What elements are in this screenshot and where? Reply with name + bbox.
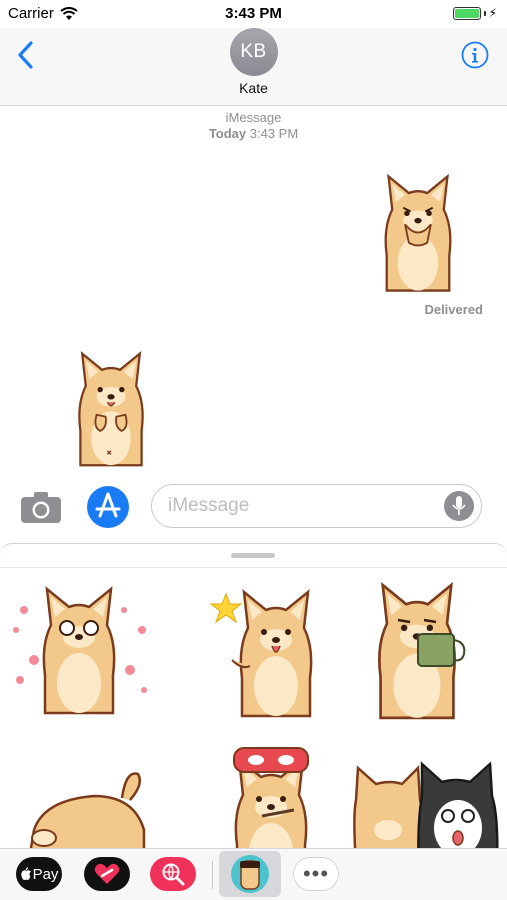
images-search-app[interactable] [150, 857, 196, 891]
message-input[interactable] [151, 484, 482, 528]
app-store-icon[interactable] [86, 485, 130, 529]
sticker-shiba-lying-down[interactable] [4, 740, 154, 848]
sticker-shiba-star-tongue[interactable] [196, 570, 346, 720]
service-label: iMessage [225, 110, 282, 125]
apple-pay-app[interactable]: Pay [16, 857, 62, 891]
sticker-pack-icon [231, 855, 269, 893]
charging-bolt-icon: ⚡ [488, 6, 497, 20]
date-label: Today [208, 126, 247, 141]
battery-icon: ⚡ [452, 6, 497, 20]
compose-bar [0, 478, 507, 540]
apple-pay-label: Pay [32, 865, 59, 883]
received-sticker-shiba-paws[interactable] [66, 340, 156, 468]
camera-icon[interactable] [20, 490, 62, 524]
more-apps-button[interactable]: ••• [293, 857, 339, 891]
info-icon[interactable] [461, 41, 489, 69]
imessage-app-strip: Pay ••• [0, 848, 507, 900]
sticker-drawer [0, 543, 507, 848]
thread-timestamp: iMessage Today 3:43 PM [0, 110, 507, 142]
digital-touch-app[interactable] [84, 857, 130, 891]
shiba-sticker-app-selected[interactable] [219, 851, 281, 897]
delivered-status: Delivered [424, 302, 483, 317]
conversation-header: KB Kate [0, 28, 507, 106]
contact-button[interactable]: KB Kate [0, 28, 507, 96]
sticker-shiba-sleep-mask[interactable] [196, 740, 346, 848]
drawer-grabber[interactable] [231, 553, 275, 558]
sticker-shiba-with-husky[interactable] [352, 740, 502, 848]
sticker-shiba-starry-eyes[interactable] [4, 570, 154, 720]
battery-level [454, 8, 479, 18]
time-label: 3:43 PM [249, 126, 299, 141]
heart-icon [94, 863, 120, 884]
microphone-icon[interactable] [444, 491, 474, 521]
clock: 3:43 PM [225, 5, 282, 22]
avatar[interactable]: KB [229, 28, 278, 76]
sent-sticker-shiba-covering-mouth[interactable] [372, 160, 464, 296]
apple-logo-icon [20, 867, 31, 880]
more-icon: ••• [302, 861, 330, 886]
contact-name[interactable]: Kate [239, 80, 268, 96]
sticker-shiba-coffee-mug[interactable] [352, 570, 502, 720]
status-bar: Carrier 3:43 PM ⚡ [0, 0, 507, 28]
globe-search-icon [162, 863, 185, 886]
